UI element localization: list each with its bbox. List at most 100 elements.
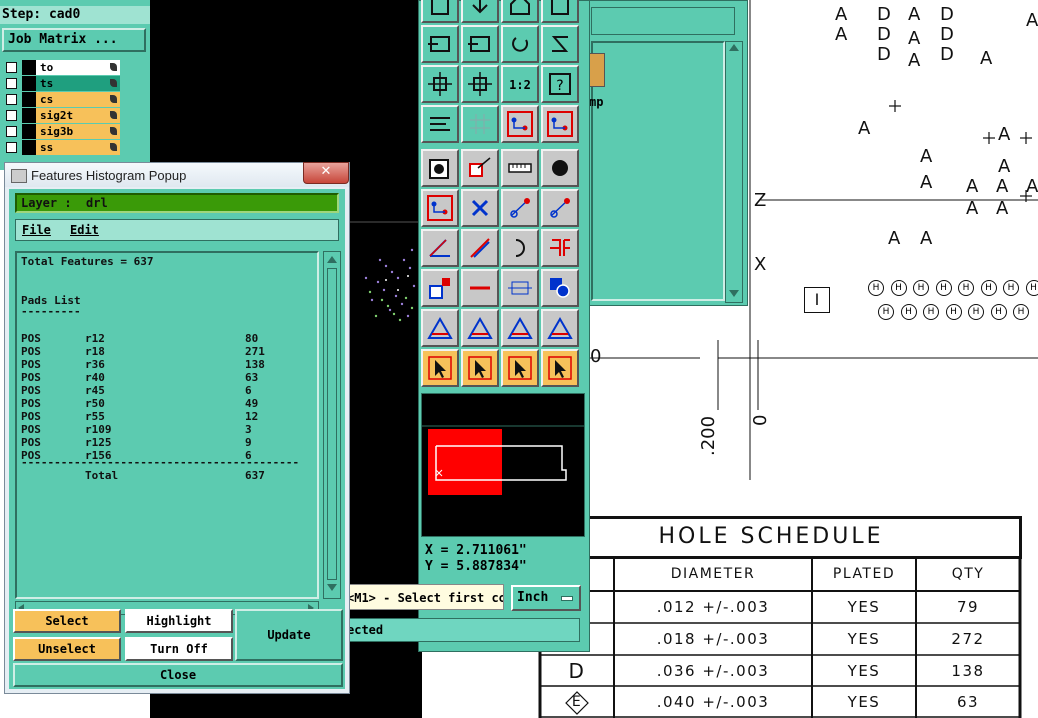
row-diameter: .018 +/-.003 — [656, 630, 770, 648]
tool-button-ruler[interactable] — [501, 149, 539, 187]
popup-body: Layer : drl File Edit Total Features = 6… — [9, 189, 345, 689]
tool-button-connect[interactable] — [421, 189, 459, 227]
pointer-box-icon — [468, 356, 492, 380]
layer-checkbox[interactable] — [6, 142, 17, 153]
row-count: 49 — [245, 397, 259, 410]
tool-button-home[interactable] — [501, 0, 539, 23]
update-button[interactable]: Update — [235, 609, 343, 661]
unselect-button[interactable]: Unselect — [13, 637, 121, 661]
tool-button-fence[interactable] — [541, 229, 579, 267]
units-button[interactable]: Inch — [511, 585, 581, 611]
scroll-up-arrow[interactable] — [729, 44, 739, 51]
center-icon — [468, 72, 492, 96]
turn-off-button[interactable]: Turn Off — [125, 637, 233, 661]
tool-button-point[interactable] — [501, 189, 539, 227]
tool-button-triangle-outline[interactable] — [501, 309, 539, 347]
layer-row[interactable]: cs — [4, 92, 122, 107]
tool-button-minus[interactable] — [461, 269, 499, 307]
tool-button-measure[interactable] — [501, 269, 539, 307]
coords-display: X = 2.711061" Y = 5.887834" — [421, 539, 585, 579]
tool-button-rotate[interactable] — [501, 25, 539, 63]
h-symbol: H — [1013, 304, 1029, 320]
edit-icon — [110, 63, 117, 71]
job-matrix-button[interactable]: Job Matrix ... — [2, 28, 146, 52]
tool-button-arc[interactable] — [501, 229, 539, 267]
scroll-up-arrow[interactable] — [327, 256, 337, 263]
total-label: Total — [85, 469, 119, 482]
tool-button-help[interactable]: ? — [541, 65, 579, 103]
mirror-icon — [551, 36, 569, 52]
layer-row[interactable]: sig2t — [4, 108, 122, 123]
tool-button-triangle-arrow[interactable] — [461, 309, 499, 347]
layer-checkbox[interactable] — [6, 110, 17, 121]
tool-button-line[interactable] — [461, 149, 499, 187]
tool-button-pad[interactable] — [421, 149, 459, 187]
layer-row[interactable]: to — [4, 60, 122, 75]
triangle-outline-icon — [507, 317, 533, 339]
tool-button-triangle[interactable] — [421, 309, 459, 347]
box-i: I — [804, 287, 830, 313]
report-text-area[interactable]: Total Features = 637 Pads List ---------… — [15, 251, 319, 599]
layer-checkbox[interactable] — [6, 62, 17, 73]
tool-button-snap[interactable] — [501, 105, 539, 143]
back-window-label: mp — [589, 95, 604, 109]
tool-button-pointer-rotate[interactable] — [501, 349, 539, 387]
tool-button-angle[interactable] — [421, 229, 459, 267]
layer-row[interactable]: ts — [4, 76, 122, 91]
layer-row[interactable]: sig3b — [4, 124, 122, 139]
close-window-button[interactable]: ✕ — [303, 162, 349, 184]
row-polarity: POS — [21, 397, 41, 410]
tool-button-slash[interactable] — [461, 229, 499, 267]
svg-text:1:2: 1:2 — [509, 78, 531, 92]
tool-button-arrow-down[interactable] — [461, 0, 499, 23]
tool-button-layer-top[interactable] — [421, 0, 459, 23]
tool-button-pointer-box[interactable] — [461, 349, 499, 387]
layer-color-swatch — [22, 60, 36, 75]
row-symbol: r12 — [85, 332, 105, 345]
tool-button-table[interactable] — [541, 0, 579, 23]
menu-file[interactable]: File — [22, 223, 51, 237]
tool-button-snap-all[interactable] — [541, 105, 579, 143]
tool-button-pointer[interactable] — [421, 349, 459, 387]
tool-button-mirror[interactable] — [541, 25, 579, 63]
tool-button-import[interactable] — [421, 25, 459, 63]
tool-button-pad-red[interactable] — [421, 269, 459, 307]
popup-titlebar[interactable]: Features Histogram Popup ✕ — [5, 162, 349, 187]
tool-button-export[interactable] — [461, 25, 499, 63]
tool-button-tools[interactable] — [421, 105, 459, 143]
triangle-wide-icon — [547, 317, 573, 339]
menu-edit[interactable]: Edit — [70, 223, 99, 237]
tool-button-point-red[interactable] — [541, 189, 579, 227]
layer-checkbox[interactable] — [6, 94, 17, 105]
status-prompt: <M1> - Select first co — [346, 584, 504, 610]
tool-button-triangle-wide[interactable] — [541, 309, 579, 347]
row-symbol: r40 — [85, 371, 105, 384]
arrow-down-icon — [472, 0, 488, 14]
layer-row[interactable]: ss — [4, 140, 122, 155]
close-icon: ✕ — [320, 164, 332, 179]
layer-name: to — [36, 60, 120, 75]
h-symbol: H — [945, 304, 962, 320]
scroll-down-arrow[interactable] — [327, 584, 337, 591]
tool-button-cross[interactable] — [461, 189, 499, 227]
tool-button-fit[interactable] — [421, 65, 459, 103]
close-button[interactable]: Close — [13, 663, 343, 687]
row-polarity: POS — [21, 384, 41, 397]
tool-button-scale[interactable]: 1:2 — [501, 65, 539, 103]
back-window-scrollbar[interactable] — [725, 41, 743, 303]
triangle-icon — [427, 317, 453, 339]
tool-button-grid[interactable] — [461, 105, 499, 143]
vertical-scrollbar[interactable] — [323, 251, 341, 599]
scroll-track[interactable] — [327, 268, 337, 580]
highlight-button[interactable]: Highlight — [125, 609, 233, 633]
layer-checkbox[interactable] — [6, 78, 17, 89]
tool-button-center[interactable] — [461, 65, 499, 103]
select-button[interactable]: Select — [13, 609, 121, 633]
tool-button-shapes[interactable] — [541, 269, 579, 307]
scroll-down-arrow[interactable] — [729, 290, 739, 297]
tool-button-circle[interactable] — [541, 149, 579, 187]
tool-button-pointer-net[interactable] — [541, 349, 579, 387]
layer-checkbox[interactable] — [6, 126, 17, 137]
line-icon — [469, 157, 491, 177]
status-line: ected — [346, 618, 580, 642]
